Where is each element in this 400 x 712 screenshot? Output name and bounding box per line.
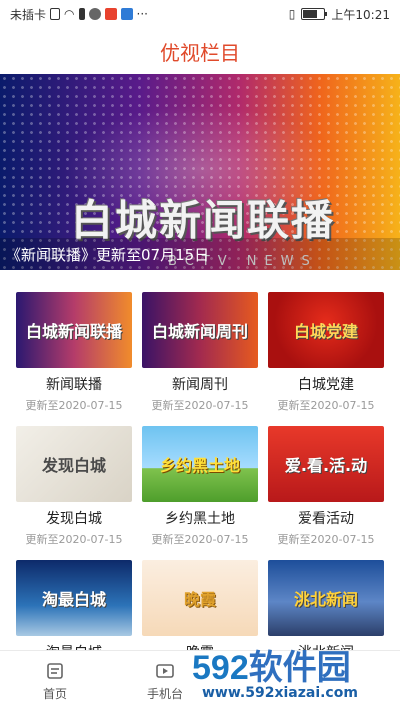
- card-thumb-text: 洮北新闻: [293, 590, 358, 609]
- watermark-url: www.592xiazai.com: [202, 685, 358, 701]
- card-title: 发现白城: [46, 511, 102, 527]
- card-title: 淘最白城: [16, 642, 132, 650]
- card-thumbnail: 洮北新闻: [268, 560, 384, 636]
- watermark-number: 592: [192, 649, 249, 687]
- card-thumbnail: 乡约黑土地: [142, 426, 258, 502]
- tv-icon: [156, 664, 174, 678]
- card-thumb-text: 白城党建: [293, 322, 358, 341]
- card-title: 爱看活动: [298, 511, 354, 527]
- card-date: 更新至2020-07-15: [151, 399, 249, 412]
- battery-icon: [301, 8, 328, 20]
- more-icon: ···: [136, 7, 148, 21]
- warning-icon: [78, 8, 85, 20]
- wechat-icon: [88, 8, 101, 20]
- card-thumb-text: 淘最白城: [41, 590, 106, 609]
- card-thumbnail: 晚霞: [142, 560, 258, 636]
- card-date: 更新至2020-07-15: [151, 533, 249, 546]
- card-watch-events[interactable]: 爱.看.活.动 爱看活动 更新至2020-07-15: [268, 426, 384, 556]
- program-grid: 白城新闻联播 新闻联播 更新至2020-07-15 白城新闻周刊 新闻周刊 更新…: [0, 278, 400, 650]
- card-news-weekly[interactable]: 白城新闻周刊 新闻周刊 更新至2020-07-15: [142, 292, 258, 422]
- nav-item-label: 手机台: [146, 687, 183, 701]
- card-date: 更新至2020-07-15: [277, 399, 375, 412]
- carrier-text: 未插卡: [10, 7, 47, 22]
- card-date: 更新至2020-07-15: [25, 533, 123, 546]
- hero-banner[interactable]: 白城新闻联播 BCTV NEWS 《新闻联播》更新至07月15日: [0, 74, 400, 270]
- card-date: 更新至2020-07-15: [277, 533, 375, 546]
- card-thumbnail: 白城党建: [268, 292, 384, 368]
- wifi-icon: ◠: [64, 7, 75, 21]
- card-thumbnail: 白城新闻周刊: [142, 292, 258, 368]
- header: 优视栏目: [0, 28, 400, 74]
- card-discover-baicheng[interactable]: 发现白城 发现白城 更新至2020-07-15: [16, 426, 132, 556]
- status-time: 上午10:21: [331, 7, 390, 22]
- card-thumb-text: 晚霞: [183, 590, 216, 609]
- page-title: 优视栏目: [160, 40, 240, 65]
- card-date: 更新至2020-07-15: [25, 399, 123, 412]
- card-party-building[interactable]: 白城党建 白城党建 更新至2020-07-15: [268, 292, 384, 422]
- card-sunset[interactable]: 晚霞 晚霞: [142, 560, 258, 650]
- card-thumb-text: 白城新闻周刊: [151, 322, 248, 341]
- banner-caption: 《新闻联播》更新至07月15日: [0, 238, 400, 270]
- card-thumbnail: 爱.看.活.动: [268, 426, 384, 502]
- watermark-brand: 软件园: [248, 649, 351, 687]
- card-tao-baicheng[interactable]: 淘最白城 淘最白城: [16, 560, 132, 650]
- card-thumbnail: 发现白城: [16, 426, 132, 502]
- banner-logo: 白城新闻联播: [70, 198, 335, 245]
- card-title: 白城党建: [298, 377, 354, 393]
- card-title: 新闻周刊: [172, 377, 228, 393]
- vibrate-icon: ▯: [288, 7, 296, 21]
- card-title: 乡约黑土地: [165, 511, 235, 527]
- app-icon: [104, 8, 117, 20]
- sim-icon: [50, 8, 61, 20]
- card-thumb-text: 乡约黑土地: [159, 456, 240, 475]
- card-news-broadcast[interactable]: 白城新闻联播 新闻联播 更新至2020-07-15: [16, 292, 132, 422]
- card-title: 新闻联播: [46, 377, 102, 393]
- card-thumb-text: 爱.看.活.动: [284, 456, 368, 475]
- browser-icon: [120, 8, 133, 20]
- home-icon: [47, 663, 63, 679]
- watermark: 592软件园 www.592xiazai.com: [192, 640, 400, 710]
- card-thumbnail: 淘最白城: [16, 560, 132, 636]
- card-thumbnail: 白城新闻联播: [16, 292, 132, 368]
- nav-item-label: 首页: [42, 687, 67, 701]
- card-black-soil[interactable]: 乡约黑土地 乡约黑土地 更新至2020-07-15: [142, 426, 258, 556]
- card-thumb-text: 白城新闻联播: [25, 322, 122, 341]
- card-taobei-news[interactable]: 洮北新闻 洮北新闻: [268, 560, 384, 650]
- status-bar: 未插卡 ◠ ··· ▯ 上午10:21: [0, 0, 400, 28]
- nav-item-home[interactable]: 首页: [0, 651, 110, 712]
- card-thumb-text: 发现白城: [41, 456, 106, 475]
